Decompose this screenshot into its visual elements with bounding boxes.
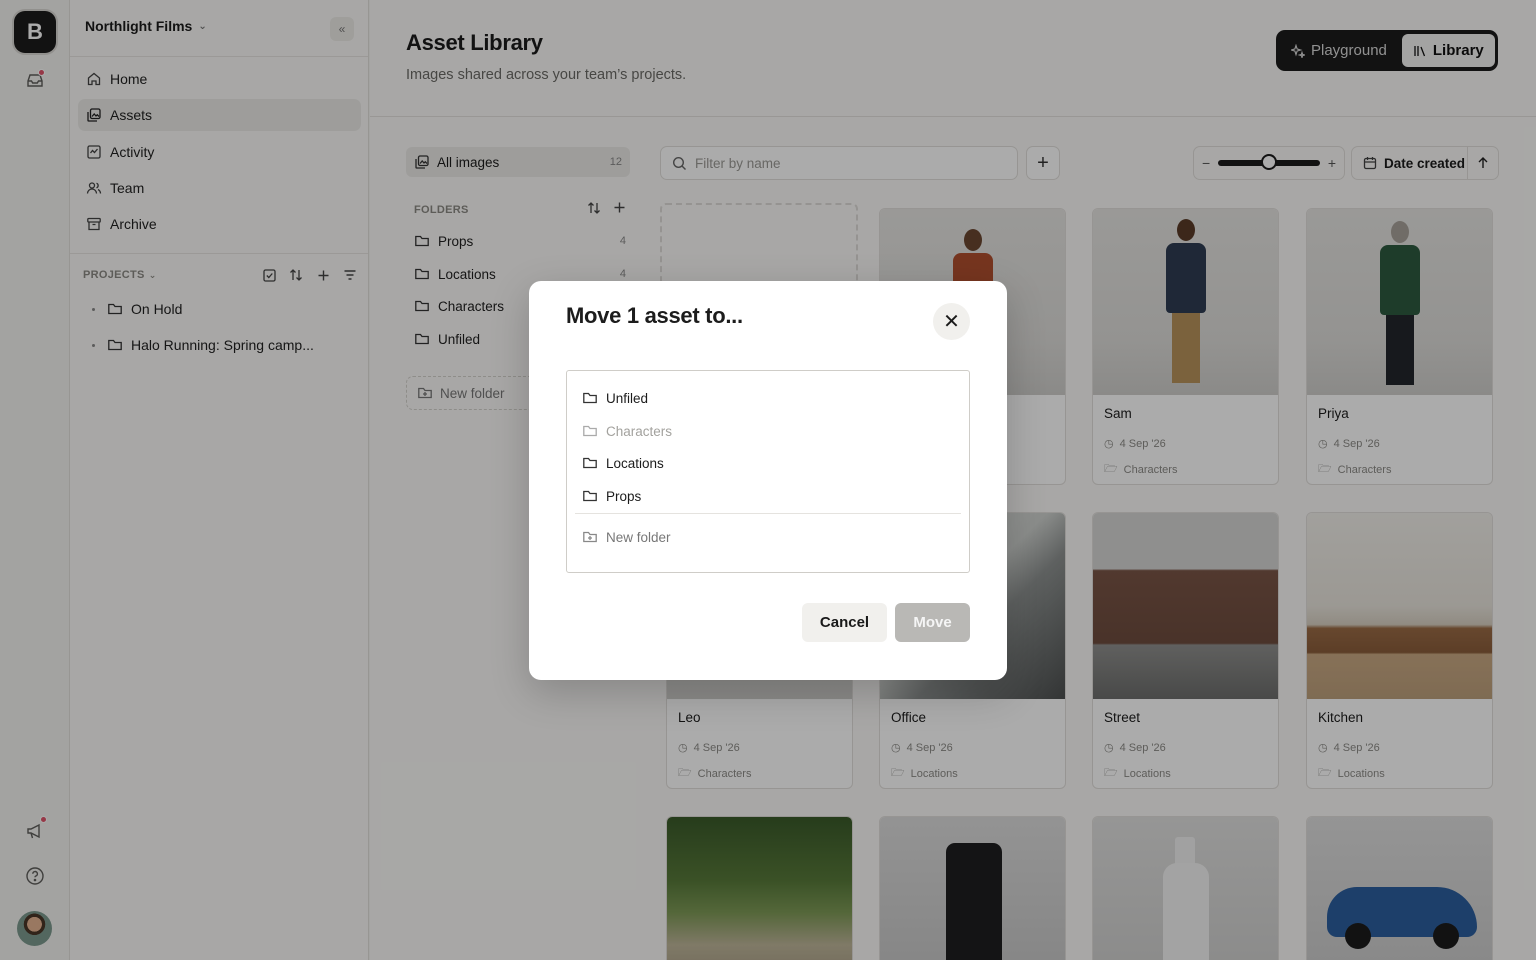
folder-option-characters: Characters — [582, 421, 672, 441]
option-label: Locations — [606, 455, 664, 471]
dialog-title: Move 1 asset to... — [566, 303, 743, 328]
folder-icon — [583, 392, 597, 404]
move-button[interactable]: Move — [895, 603, 970, 642]
move-asset-dialog: Move 1 asset to... ✕ Unfiled Characters … — [529, 281, 1007, 680]
folder-icon — [583, 490, 597, 502]
folder-option-locations[interactable]: Locations — [582, 453, 664, 473]
folder-icon — [583, 457, 597, 469]
folder-option-unfiled[interactable]: Unfiled — [582, 388, 648, 408]
option-label: Characters — [606, 423, 673, 439]
option-label: Props — [606, 488, 642, 504]
divider — [575, 513, 961, 514]
new-folder-option[interactable]: New folder — [582, 527, 671, 547]
option-label: New folder — [606, 529, 671, 545]
folder-plus-icon — [583, 531, 597, 543]
folder-icon — [583, 425, 597, 437]
close-icon[interactable]: ✕ — [933, 303, 970, 340]
cancel-button[interactable]: Cancel — [802, 603, 887, 642]
folder-option-props[interactable]: Props — [582, 486, 641, 506]
folder-picker: Unfiled Characters Locations Props New f… — [566, 370, 970, 573]
option-label: Unfiled — [606, 390, 649, 406]
